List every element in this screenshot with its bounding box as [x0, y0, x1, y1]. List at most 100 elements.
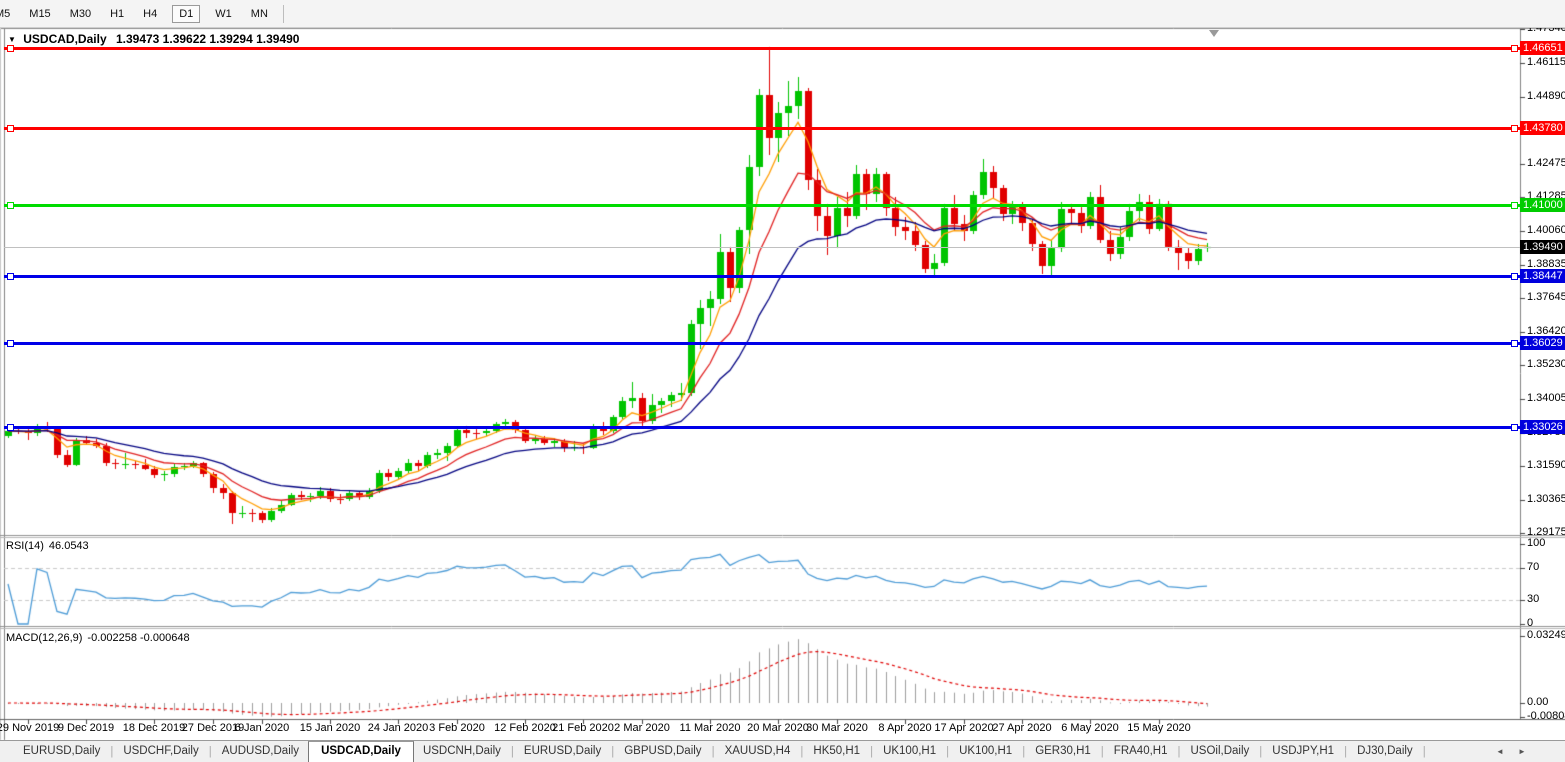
hline-handle-left[interactable]	[7, 202, 14, 209]
hline-handle-left[interactable]	[7, 125, 14, 132]
time-axis-label: 30 Mar 2020	[806, 722, 868, 734]
hline-handle-left[interactable]	[7, 45, 14, 52]
price-tick-label: 1.34005	[1527, 392, 1565, 404]
symbol-tab-dj30-15[interactable]: DJ30,Daily	[1348, 741, 1422, 762]
symbol-tab-usdjpy-14[interactable]: USDJPY,H1	[1263, 741, 1343, 762]
timeframe-button-m30[interactable]: M30	[66, 6, 95, 22]
chart-shift-marker[interactable]	[1209, 30, 1219, 37]
hline-handle-left[interactable]	[7, 340, 14, 347]
symbol-tab-hk50-8[interactable]: HK50,H1	[804, 741, 869, 762]
time-axis-label: 15 Jan 2020	[300, 722, 361, 734]
timeframe-button-mn[interactable]: MN	[247, 6, 272, 22]
time-axis-label: 15 May 2020	[1127, 722, 1191, 734]
mt4-window: M5 M15 M30 H1 H4 D1 W1 MN ▼ USDCAD,Daily 1.3947…	[0, 0, 1565, 762]
price-badge: 1.38447	[1520, 269, 1565, 283]
time-axis-label: 9 Dec 2019	[58, 722, 114, 734]
symbol-tab-uk100-10[interactable]: UK100,H1	[950, 741, 1021, 762]
macd-tick-label: -0.008086	[1527, 710, 1565, 722]
rsi-value: 46.0543	[49, 540, 89, 552]
price-badge: 1.33026	[1520, 420, 1565, 434]
hline-handle-right[interactable]	[1511, 424, 1518, 431]
time-axis-label: 12 Feb 2020	[494, 722, 556, 734]
time-axis-label: 21 Feb 2020	[552, 722, 614, 734]
time-axis-label: 18 Dec 2019	[123, 722, 185, 734]
chart-title-symbol: USDCAD,Daily	[23, 32, 106, 46]
hline-handle-right[interactable]	[1511, 273, 1518, 280]
timeframe-button-m5[interactable]: M5	[0, 6, 14, 22]
hline-handle-left[interactable]	[7, 424, 14, 431]
chart-title-ohlc: 1.39473 1.39622 1.39294 1.39490	[116, 32, 300, 46]
price-badge: 1.46651	[1520, 41, 1565, 55]
macd-tick-label: 0.032493	[1527, 629, 1565, 641]
symbol-tab-bar: EURUSD,Daily|USDCHF,Daily|AUDUSD,DailyUS…	[0, 740, 1565, 762]
rsi-tick-label: 100	[1527, 537, 1545, 549]
symbol-tab-eurusd-0[interactable]: EURUSD,Daily	[14, 741, 109, 762]
hline-handle-left[interactable]	[7, 273, 14, 280]
timeframe-toolbar: M5 M15 M30 H1 H4 D1 W1 MN	[0, 0, 1565, 28]
symbol-tab-fra40-12[interactable]: FRA40,H1	[1105, 741, 1177, 762]
symbol-tab-audusd-2[interactable]: AUDUSD,Daily	[213, 741, 308, 762]
time-axis-label: 29 Nov 2019	[0, 722, 59, 734]
hline-support-2[interactable]	[4, 342, 1520, 345]
hline-handle-right[interactable]	[1511, 45, 1518, 52]
hline-handle-right[interactable]	[1511, 125, 1518, 132]
macd-tick-label: 0.00	[1527, 696, 1548, 708]
macd-values: -0.002258 -0.000648	[87, 632, 189, 644]
symbol-tab-usoil-13[interactable]: USOil,Daily	[1181, 741, 1258, 762]
symbol-tab-usdcad-3[interactable]: USDCAD,Daily	[308, 741, 414, 762]
time-axis-label: 6 Jan 2020	[235, 722, 289, 734]
tab-separator: |	[1422, 746, 1427, 758]
symbol-tab-uk100-9[interactable]: UK100,H1	[874, 741, 945, 762]
rsi-tick-label: 70	[1527, 561, 1539, 573]
time-axis-label: 17 Apr 2020	[934, 722, 993, 734]
symbol-tab-gbpusd-6[interactable]: GBPUSD,Daily	[615, 741, 710, 762]
timeframe-button-w1[interactable]: W1	[211, 6, 236, 22]
time-axis-label: 27 Apr 2020	[992, 722, 1051, 734]
macd-name: MACD(12,26,9)	[6, 632, 82, 644]
macd-indicator-label: MACD(12,26,9) -0.002258 -0.000648	[6, 632, 190, 644]
price-tick-label: 1.35230	[1527, 358, 1565, 370]
hline-support-1[interactable]	[4, 275, 1520, 278]
tab-scroll-left-icon[interactable]: ◄	[1496, 747, 1504, 756]
hline-handle-right[interactable]	[1511, 202, 1518, 209]
chart-title: ▼ USDCAD,Daily 1.39473 1.39622 1.39294 1…	[8, 32, 299, 46]
last-price-line	[4, 247, 1520, 248]
symbol-tab-ger30-11[interactable]: GER30,H1	[1026, 741, 1100, 762]
hline-resistance-1[interactable]	[4, 47, 1520, 50]
price-tick-label: 1.31590	[1527, 459, 1565, 471]
symbol-tab-usdchf-1[interactable]: USDCHF,Daily	[114, 741, 207, 762]
price-badge: 1.36029	[1520, 336, 1565, 350]
time-axis-label: 6 May 2020	[1061, 722, 1118, 734]
price-tick-label: 1.42475	[1527, 157, 1565, 169]
tab-scroll-right-icon[interactable]: ►	[1518, 747, 1526, 756]
price-tick-label: 1.46115	[1527, 56, 1565, 68]
chart-dropdown-icon[interactable]: ▼	[8, 35, 16, 44]
price-badge: 1.39490	[1520, 240, 1565, 254]
timeframe-button-d1[interactable]: D1	[172, 5, 200, 23]
time-axis-label: 2 Mar 2020	[614, 722, 670, 734]
rsi-tick-label: 0	[1527, 617, 1533, 629]
price-badge: 1.43780	[1520, 121, 1565, 135]
symbol-tab-xauusd-7[interactable]: XAUUSD,H4	[716, 741, 800, 762]
time-axis-label: 24 Jan 2020	[368, 722, 429, 734]
price-tick-label: 1.37645	[1527, 291, 1565, 303]
time-axis-label: 8 Apr 2020	[878, 722, 931, 734]
timeframe-button-h1[interactable]: H1	[106, 6, 128, 22]
symbol-tab-eurusd-5[interactable]: EURUSD,Daily	[515, 741, 610, 762]
rsi-name: RSI(14)	[6, 540, 44, 552]
rsi-tick-label: 30	[1527, 593, 1539, 605]
price-tick-label: 1.30365	[1527, 493, 1565, 505]
timeframe-button-m15[interactable]: M15	[25, 6, 54, 22]
price-badge: 1.41000	[1520, 198, 1565, 212]
symbol-tab-usdcnh-4[interactable]: USDCNH,Daily	[414, 741, 510, 762]
time-axis-label: 11 Mar 2020	[680, 722, 741, 734]
time-axis-label: 20 Mar 2020	[747, 722, 809, 734]
time-axis-label: 3 Feb 2020	[429, 722, 485, 734]
timeframe-button-h4[interactable]: H4	[139, 6, 161, 22]
chart-canvas[interactable]	[0, 0, 1565, 762]
price-tick-label: 1.44890	[1527, 90, 1565, 102]
hline-resistance-2[interactable]	[4, 127, 1520, 130]
hline-handle-right[interactable]	[1511, 340, 1518, 347]
hline-pivot-line[interactable]	[4, 204, 1520, 207]
hline-support-3[interactable]	[4, 426, 1520, 429]
